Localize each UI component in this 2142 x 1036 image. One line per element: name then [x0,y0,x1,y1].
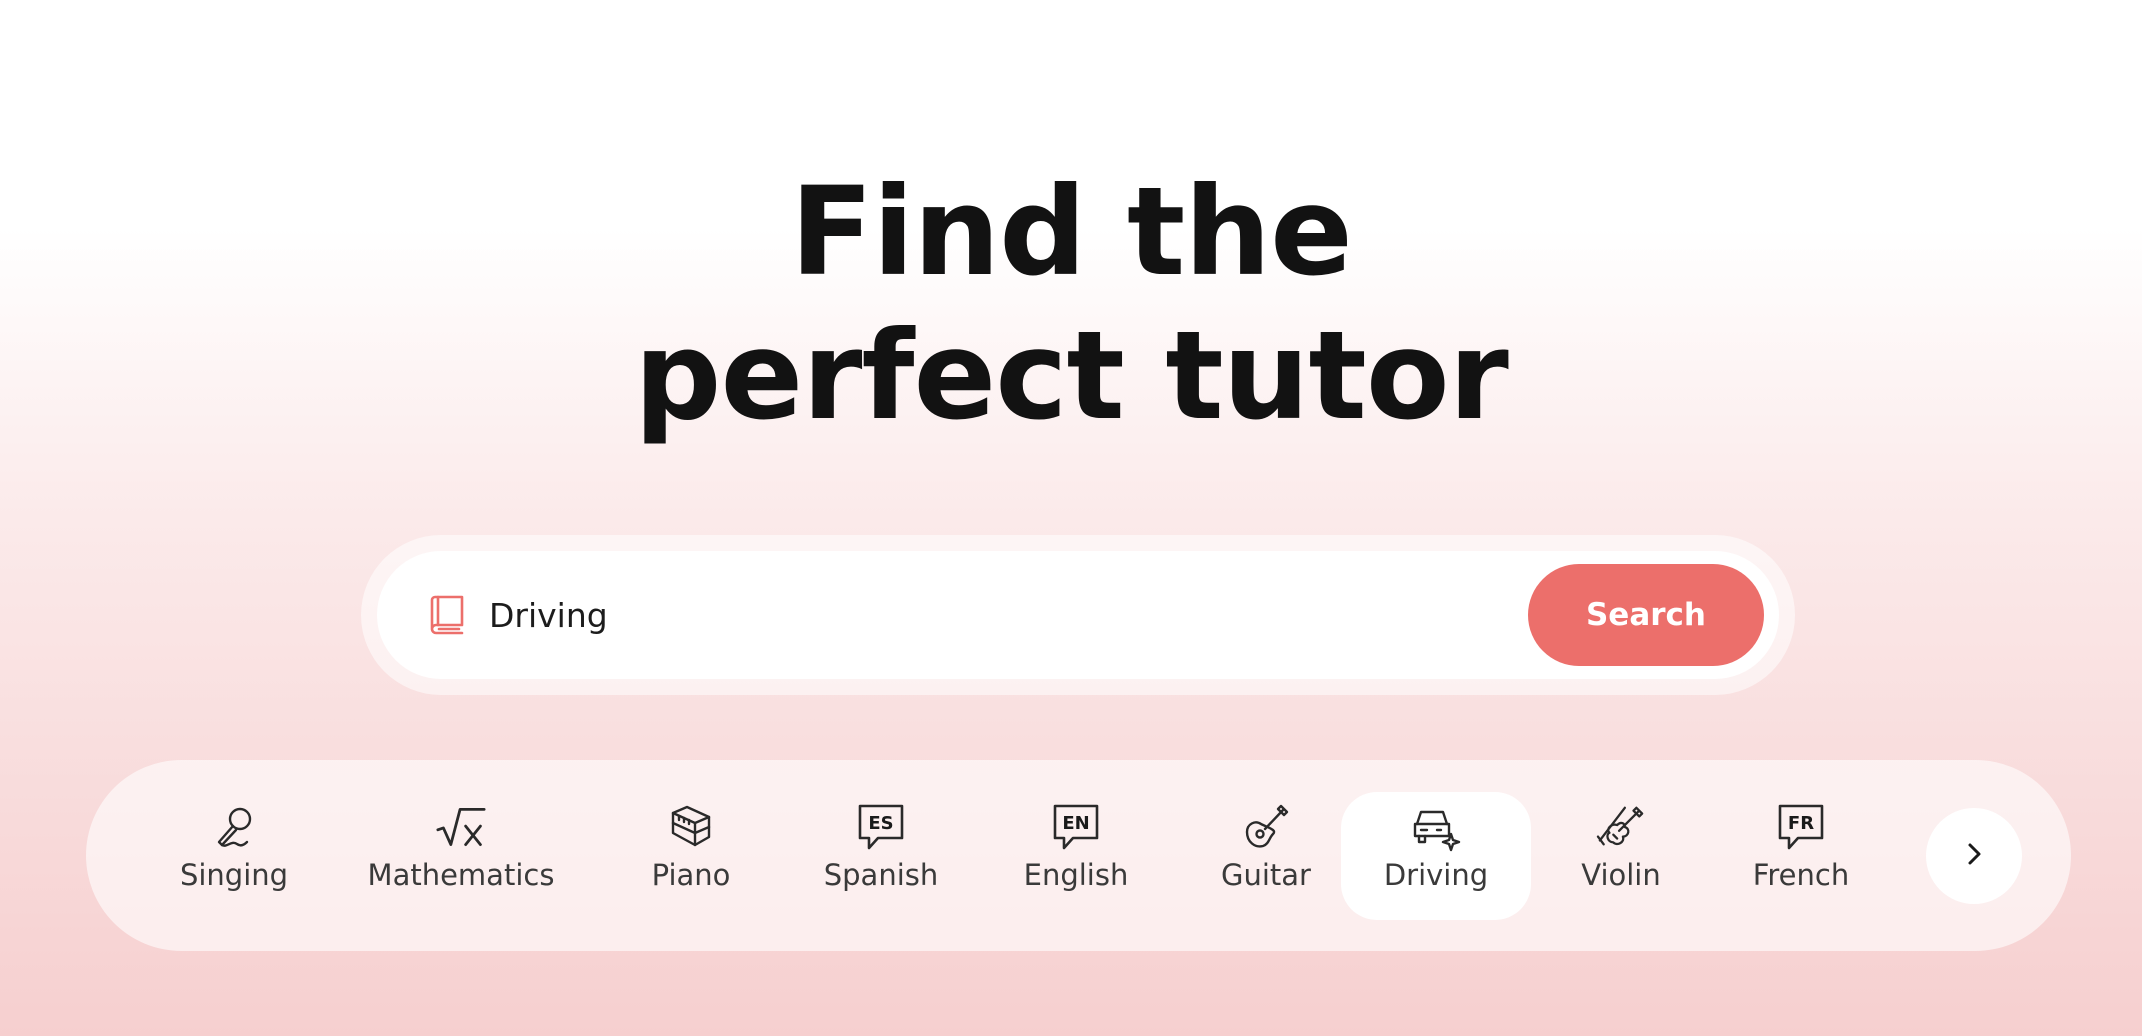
microphone-icon [209,802,259,852]
speech-bubble-es-icon: ES [856,802,906,852]
search-input[interactable] [489,581,1389,649]
svg-text:EN: EN [1062,813,1089,834]
category-guitar[interactable]: Guitar [1196,792,1336,920]
book-icon [429,595,465,635]
category-spanish[interactable]: ES Spanish [801,792,961,920]
category-label: Spanish [823,858,939,892]
category-label: Driving [1383,858,1489,892]
category-label: Guitar [1221,858,1311,892]
category-label: Singing [179,858,289,892]
guitar-icon [1241,802,1291,852]
category-label: Mathematics [367,858,555,892]
svg-text:FR: FR [1788,813,1814,834]
search-container: Search [361,535,1795,695]
category-driving[interactable]: Driving [1341,792,1531,920]
category-label: French [1752,858,1850,892]
piano-icon [666,802,716,852]
categories-next-button[interactable] [1926,808,2022,904]
category-singing[interactable]: Singing [154,792,314,920]
category-french[interactable]: FR French [1731,792,1871,920]
category-english[interactable]: EN English [1001,792,1151,920]
page-title: Find the perfect tutor [0,160,2142,448]
speech-bubble-en-icon: EN [1051,802,1101,852]
violin-icon [1596,802,1646,852]
speech-bubble-fr-icon: FR [1776,802,1826,852]
page-title-line-2: perfect tutor [634,305,1509,447]
svg-text:ES: ES [868,813,893,834]
category-piano[interactable]: Piano [621,792,761,920]
category-mathematics[interactable]: Mathematics [351,792,571,920]
search-bar: Search [377,551,1779,679]
category-violin[interactable]: Violin [1561,792,1681,920]
car-icon [1411,802,1461,852]
category-label: Piano [651,858,731,892]
category-label: Violin [1581,858,1661,892]
page-title-line-1: Find the [790,161,1353,303]
category-bar: Singing Mathematics Piano ES Spanish EN … [86,760,2071,951]
chevron-right-icon [1961,841,1987,871]
category-label: English [1023,858,1129,892]
square-root-icon [436,802,486,852]
search-button[interactable]: Search [1528,564,1764,666]
